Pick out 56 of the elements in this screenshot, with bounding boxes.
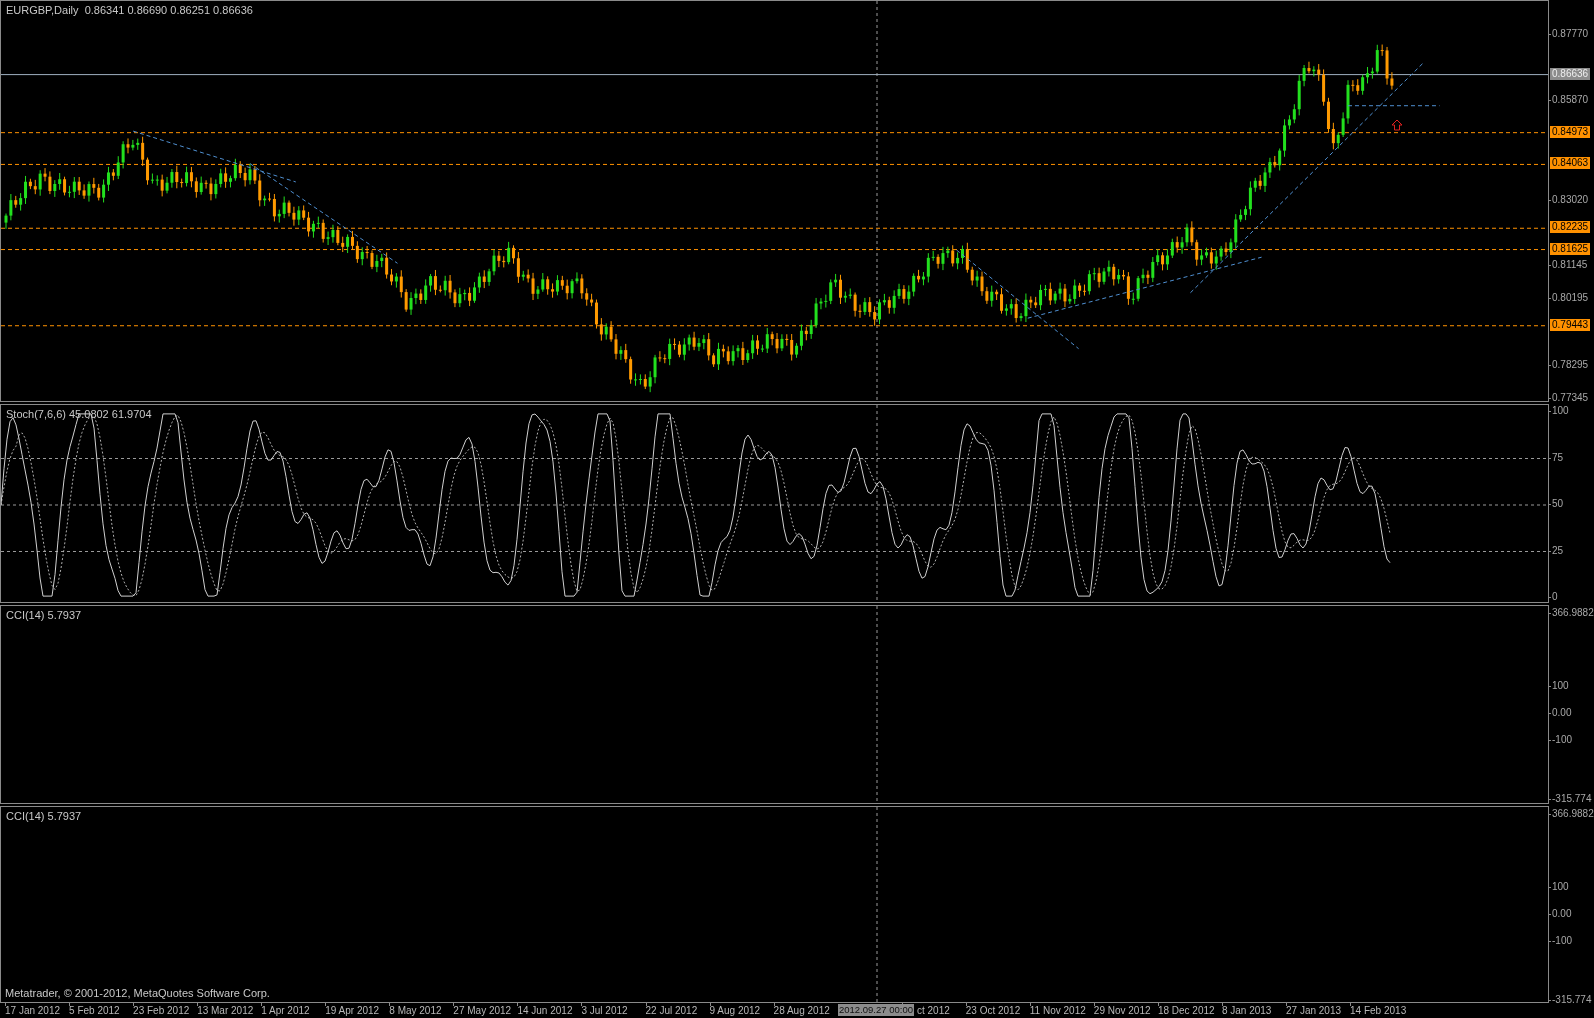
axis-label: 50 [1552, 498, 1564, 510]
copyright-text: Metatrader, © 2001-2012, MetaQuotes Software Corp. [5, 987, 270, 999]
level-price-label: 0.84973 [1550, 125, 1591, 138]
arrow-up-icon [1391, 119, 1403, 131]
date-label: 13 Mar 2012 [197, 1005, 254, 1017]
date-label: 8 May 2012 [389, 1005, 442, 1017]
date-label: 3 Jul 2012 [581, 1005, 628, 1017]
date-label: ct 2012 [917, 1005, 950, 1017]
date-label: 28 Aug 2012 [773, 1005, 830, 1017]
date-label: 27 May 2012 [453, 1005, 512, 1017]
price-axis-label: 0.80195 [1552, 292, 1589, 305]
axis-label: 100 [1552, 405, 1569, 417]
price-axis-label: 0.78295 [1552, 358, 1589, 371]
price-axis-label: 0.83020 [1552, 193, 1589, 206]
date-label: 27 Jan 2013 [1286, 1005, 1342, 1017]
date-label: 11 Nov 2012 [1029, 1005, 1086, 1017]
level-price-label: 0.81625 [1550, 242, 1591, 255]
indicator-label: CCI(14) 5.7937 [6, 810, 82, 822]
axis-label: 75 [1552, 451, 1564, 464]
axis-label: -315.774 [1552, 793, 1592, 805]
date-label: 5 Feb 2012 [69, 1005, 120, 1017]
indicator-label: Stoch(7,6,6) 45.0802 61.9704 [6, 408, 152, 420]
level-price-label: 0.79443 [1550, 318, 1591, 331]
date-label: 8 Jan 2013 [1221, 1005, 1272, 1017]
indicator-label: CCI(14) 5.7937 [6, 609, 82, 621]
axis-label: 0.00 [1552, 907, 1572, 920]
date-label: 23 Feb 2012 [133, 1005, 190, 1017]
date-label: 9 Aug 2012 [709, 1005, 761, 1017]
axis-label: 0 [1552, 591, 1558, 603]
date-label: 1 Apr 2012 [261, 1005, 310, 1017]
date-label: 14 Jun 2012 [517, 1005, 573, 1017]
crosshair-date-label: 2012.09.27 00:00 [838, 1004, 914, 1016]
date-label: 22 Jul 2012 [645, 1005, 698, 1017]
axis-label: 100 [1552, 679, 1569, 692]
symbol-label: EURGBP,Daily 0.86341 0.86690 0.86251 0.86636 [6, 4, 253, 16]
axis-label: -315.774 [1552, 994, 1592, 1006]
axis-label: 366.9882 [1552, 808, 1594, 820]
date-label: 18 Dec 2012 [1157, 1005, 1215, 1017]
axis-label: -100 [1552, 734, 1572, 747]
axis-label: 100 [1552, 880, 1569, 893]
axis-label: 0.00 [1552, 706, 1572, 719]
price-axis-label: 0.77345 [1552, 392, 1589, 404]
date-label: 17 Jan 2012 [5, 1005, 61, 1017]
level-price-label: 0.82235 [1550, 221, 1591, 234]
date-label: 19 Apr 2012 [325, 1005, 380, 1017]
date-label: 23 Oct 2012 [965, 1005, 1021, 1017]
current-price-label: 0.86636 [1550, 67, 1591, 80]
price-axis-label: 0.87770 [1552, 28, 1589, 40]
axis-label: 25 [1552, 544, 1564, 557]
axis-label: 366.9882 [1552, 607, 1594, 619]
axis-label: -100 [1552, 935, 1572, 948]
price-axis-label: 0.81145 [1552, 259, 1588, 272]
date-label: 29 Nov 2012 [1093, 1005, 1151, 1017]
level-price-label: 0.84063 [1550, 157, 1591, 170]
price-axis-label: 0.85870 [1552, 94, 1589, 107]
date-label: 14 Feb 2013 [1350, 1005, 1407, 1017]
